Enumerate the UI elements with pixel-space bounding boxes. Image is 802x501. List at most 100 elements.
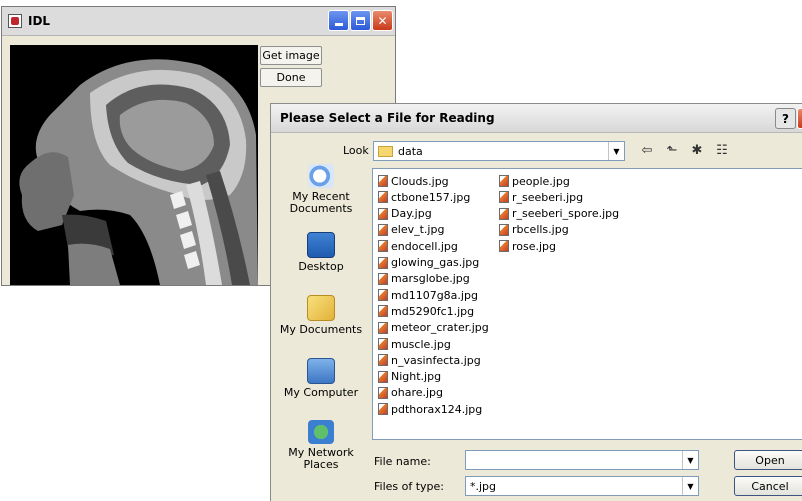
file-item[interactable]: md5290fc1.jpg [378, 303, 474, 319]
dropdown-arrow-icon[interactable]: ▼ [682, 477, 698, 495]
done-button[interactable]: Done [260, 68, 322, 87]
help-button[interactable]: ? [775, 108, 796, 129]
place-desktop[interactable]: Desktop [277, 232, 365, 273]
close-button[interactable]: ✕ [372, 10, 393, 31]
idl-titlebar[interactable]: IDL ✕ [2, 7, 395, 36]
idl-app-icon[interactable] [8, 14, 22, 28]
place-recent-documents[interactable]: My Recent Documents [277, 164, 365, 215]
file-item[interactable]: rbcells.jpg [499, 222, 569, 238]
file-item[interactable]: endocell.jpg [378, 238, 458, 254]
jpg-file-icon [378, 272, 388, 285]
look-in-value: data [398, 144, 423, 158]
dialog-titlebar[interactable]: Please Select a File for Reading [271, 104, 802, 133]
file-item-label: muscle.jpg [391, 337, 451, 351]
file-item[interactable]: muscle.jpg [378, 336, 451, 352]
minimize-button[interactable] [328, 10, 349, 31]
view-menu-icon[interactable]: ☷ [713, 142, 731, 158]
jpg-file-icon [378, 223, 388, 236]
dropdown-arrow-icon[interactable]: ▼ [608, 142, 624, 160]
file-item-label: people.jpg [512, 174, 570, 188]
file-item[interactable]: ohare.jpg [378, 385, 443, 401]
file-item-label: Clouds.jpg [391, 174, 449, 188]
mri-image-display [10, 45, 258, 285]
file-item-label: glowing_gas.jpg [391, 256, 480, 269]
file-item[interactable]: elev_t.jpg [378, 222, 444, 238]
get-image-button[interactable]: Get image [260, 46, 322, 65]
place-label-my-computer: My Computer [283, 386, 359, 399]
files-of-type-value: *.jpg [470, 479, 497, 493]
back-arrow-icon[interactable]: ⇦ [638, 142, 656, 158]
dialog-close-button[interactable] [797, 108, 802, 129]
file-item[interactable]: Day.jpg [378, 206, 432, 222]
dialog-title: Please Select a File for Reading [280, 111, 495, 125]
file-item-label: ctbone157.jpg [391, 190, 471, 204]
file-item[interactable]: people.jpg [499, 173, 570, 189]
file-item-label: pdthorax124.jpg [391, 402, 483, 416]
dialog-toolbar: ⇦ ⬑ ✱ ☷ [638, 142, 731, 158]
file-name-label: File name: [374, 455, 431, 468]
desktop-icon [307, 232, 335, 258]
jpg-file-icon [499, 223, 509, 236]
file-item[interactable]: n_vasinfecta.jpg [378, 352, 481, 368]
file-item-label: Night.jpg [391, 370, 442, 384]
file-list[interactable]: Clouds.jpg ctbone157.jpg Day.jpg elev_t.jpg… [372, 168, 802, 440]
file-item-label: elev_t.jpg [391, 223, 445, 237]
open-button[interactable]: Open [734, 450, 802, 470]
my-computer-icon [307, 358, 335, 384]
file-item[interactable]: meteor_crater.jpg [378, 320, 489, 336]
idl-window-title: IDL [28, 14, 51, 28]
files-of-type-select[interactable]: *.jpg ▼ [465, 476, 699, 496]
place-my-computer[interactable]: My Computer [277, 358, 365, 399]
file-item-label: rose.jpg [512, 239, 557, 253]
file-item[interactable]: r_seeberi_spore.jpg [499, 206, 619, 222]
up-folder-icon[interactable]: ⬑ [663, 142, 681, 158]
jpg-file-icon [378, 191, 388, 204]
file-item[interactable]: glowing_gas.jpg [378, 255, 479, 271]
file-item[interactable]: md1107g8a.jpg [378, 287, 478, 303]
file-item-label: Day.jpg [391, 207, 432, 221]
file-item-label: r_seeberi_spore.jpg [512, 207, 620, 221]
place-my-documents[interactable]: My Documents [277, 295, 365, 336]
file-item-label: meteor_crater.jpg [391, 321, 489, 335]
jpg-file-icon [378, 386, 388, 399]
file-item-label: rbcells.jpg [512, 223, 569, 237]
file-item[interactable]: Clouds.jpg [378, 173, 449, 189]
place-label-my-documents: My Documents [279, 323, 363, 336]
jpg-file-icon [499, 191, 509, 204]
file-item-label: md1107g8a.jpg [391, 288, 478, 302]
maximize-button[interactable] [350, 10, 371, 31]
jpg-file-icon [378, 321, 388, 334]
file-item-label: ohare.jpg [391, 386, 444, 400]
place-label-desktop: Desktop [298, 260, 344, 273]
place-label-network: My Network Places [288, 446, 354, 471]
maximize-icon [356, 16, 365, 25]
dropdown-arrow-icon[interactable]: ▼ [682, 451, 698, 469]
jpg-file-icon [378, 370, 388, 383]
jpg-file-icon [378, 338, 388, 350]
file-item[interactable]: marsglobe.jpg [378, 271, 470, 287]
file-item-label: endocell.jpg [391, 239, 458, 253]
file-item-label: r_seeberi.jpg [512, 190, 584, 204]
file-item-label: marsglobe.jpg [391, 272, 470, 286]
place-network[interactable]: My Network Places [277, 420, 365, 471]
jpg-file-icon [499, 240, 509, 253]
window-controls: ✕ [328, 10, 393, 31]
new-folder-icon[interactable]: ✱ [688, 142, 706, 158]
cancel-button[interactable]: Cancel [734, 476, 802, 496]
minimize-icon [334, 23, 343, 26]
mri-sagittal-image [10, 45, 258, 285]
recent-documents-icon [308, 164, 334, 188]
jpg-file-icon [378, 207, 388, 220]
file-name-input[interactable]: ▼ [465, 450, 699, 470]
file-item[interactable]: r_seeberi.jpg [499, 189, 583, 205]
jpg-file-icon [378, 403, 388, 416]
file-item-label: n_vasinfecta.jpg [391, 353, 481, 367]
file-item[interactable]: ctbone157.jpg [378, 189, 470, 205]
jpg-file-icon [499, 207, 509, 220]
file-item[interactable]: pdthorax124.jpg [378, 401, 482, 417]
jpg-file-icon [378, 256, 388, 269]
look-in-dropdown[interactable]: data ▼ [373, 141, 625, 161]
file-item[interactable]: rose.jpg [499, 238, 556, 254]
jpg-file-icon [378, 289, 388, 302]
file-item[interactable]: Night.jpg [378, 369, 441, 385]
